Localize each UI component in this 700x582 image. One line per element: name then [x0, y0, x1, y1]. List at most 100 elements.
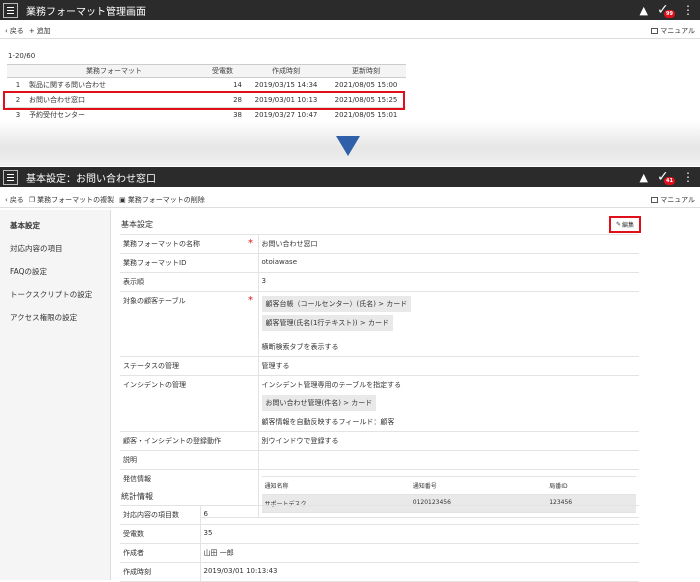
stat-value: 山田 一郎	[199, 543, 639, 563]
sidebar-item-talk-script[interactable]: トークスクリプトの設定	[0, 283, 110, 306]
id-value: otoiawase	[257, 253, 639, 273]
field-row: 業務フォーマットID otoiawase	[120, 253, 639, 273]
col-header-calls: 受電数	[199, 64, 246, 78]
stat-value: 35	[199, 524, 639, 544]
basic-settings-table: 業務フォーマットの名称 * お問い合わせ窓口 業務フォーマットID otoiawa…	[120, 234, 639, 518]
stat-row: 対応内容の項目数 6	[120, 505, 639, 525]
copy-format-button[interactable]: ❐ 業務フォーマットの複製	[29, 195, 114, 205]
caller-col-header: 局番ID	[546, 476, 636, 495]
back-button[interactable]: ‹ 戻る	[5, 26, 24, 36]
incident-label: インシデントの管理	[120, 375, 258, 432]
required-mark: *	[248, 295, 253, 306]
manual-label: マニュアル	[660, 195, 695, 204]
col-header-format: 業務フォーマット	[29, 64, 199, 78]
stat-label: 作成時刻	[120, 562, 200, 582]
stat-row: 作成時刻 2019/03/01 10:13:43	[120, 562, 639, 582]
book-icon	[651, 27, 659, 34]
incident-table-chip: お問い合わせ管理(件名) > カード	[261, 395, 377, 411]
id-label: 業務フォーマットID	[120, 253, 258, 273]
settings-sidebar: 基本設定 対応内容の項目 FAQの設定 トークスクリプトの設定 アクセス権限の設…	[0, 210, 111, 580]
table-value: 顧客台帳（コールセンター）(氏名) > カード 顧客管理(氏名(1行テキスト))…	[257, 291, 639, 357]
sidebar-item-access[interactable]: アクセス権限の設定	[0, 306, 110, 329]
trash-icon: ▣	[119, 195, 126, 204]
sidebar-item-faq[interactable]: FAQの設定	[0, 260, 110, 283]
customer-table-chip: 顧客台帳（コールセンター）(氏名) > カード	[261, 296, 412, 312]
plus-icon: +	[28, 26, 35, 35]
caller-col-header: 通知番号	[409, 476, 547, 495]
col-header-updated: 更新時刻	[326, 64, 406, 78]
copy-label: 業務フォーマットの複製	[37, 195, 115, 204]
field-row: 対象の顧客テーブル * 顧客台帳（コールセンター）(氏名) > カード 顧客管理(…	[120, 291, 639, 357]
edit-button[interactable]: ✎ 編集	[609, 216, 641, 233]
manual-link[interactable]: マニュアル	[651, 195, 695, 205]
caller-col-header: 通知名称	[261, 476, 410, 495]
field-row: 顧客・インシデントの登録動作 別ウインドウで登録する	[120, 431, 639, 451]
field-row: インシデントの管理 インシデント管理専用のテーブルを指定する お問い合わせ管理(…	[120, 375, 639, 432]
stats-table: 対応内容の項目数 6 受電数 35 作成者 山田 一郎 作成時刻 2019/03…	[120, 505, 639, 582]
name-label: 業務フォーマットの名称	[123, 240, 200, 248]
chevron-left-icon: ‹	[5, 195, 8, 204]
add-label: 追加	[36, 26, 51, 35]
order-value: 3	[257, 272, 639, 292]
pencil-icon: ✎	[615, 221, 621, 228]
notification-badge: 41	[664, 177, 675, 185]
cross-search-note: 横断検索タブを表示する	[261, 343, 339, 351]
description-value	[257, 450, 639, 470]
toolbar: ‹ 戻る ❐ 業務フォーマットの複製 ▣ 業務フォーマットの削除 マニュアル	[0, 192, 700, 208]
field-row: ステータスの管理 管理する	[120, 356, 639, 376]
bell-icon[interactable]: ▲	[640, 4, 648, 17]
back-label: 戻る	[9, 195, 24, 204]
copy-icon: ❐	[28, 195, 36, 204]
register-value: 別ウインドウで登録する	[257, 431, 639, 451]
incident-line: 顧客情報を自動反映するフィールド：顧客	[261, 418, 395, 426]
page-title: 基本設定：お問い合わせ窓口	[26, 173, 156, 185]
incident-line: インシデント管理専用のテーブルを指定する	[261, 381, 402, 389]
col-header	[7, 64, 29, 78]
incident-value: インシデント管理専用のテーブルを指定する お問い合わせ管理(件名) > カード …	[257, 375, 639, 432]
field-row: 業務フォーマットの名称 * お問い合わせ窓口	[120, 234, 639, 254]
delete-label: 業務フォーマットの削除	[127, 195, 205, 204]
arrow-down-icon	[336, 136, 360, 156]
task-check-icon[interactable]: ✓ 41	[657, 169, 675, 185]
app-titlebar: 基本設定：お問い合わせ窓口 ▲ ✓ 41 ⋮	[0, 167, 700, 187]
customer-table-chip: 顧客管理(氏名(1行テキスト)) > カード	[261, 315, 393, 331]
page-title: 業務フォーマット管理画面	[26, 6, 146, 18]
sidebar-item-basic[interactable]: 基本設定	[0, 214, 110, 237]
edit-label: 編集	[622, 222, 635, 229]
field-row: 表示順 3	[120, 272, 639, 292]
add-button[interactable]: + 追加	[29, 26, 51, 36]
status-label: ステータスの管理	[120, 356, 258, 376]
notification-badge: 99	[664, 10, 675, 18]
stat-row: 作成者 山田 一郎	[120, 543, 639, 563]
toolbar: ‹ 戻る + 追加 マニュアル	[0, 23, 700, 39]
bell-icon[interactable]: ▲	[640, 171, 648, 184]
delete-format-button[interactable]: ▣ 業務フォーマットの削除	[119, 195, 205, 205]
more-options-icon[interactable]: ⋮	[682, 170, 694, 184]
section-title-stats: 統計情報	[121, 492, 153, 501]
task-check-icon[interactable]: ✓ 99	[657, 2, 675, 18]
stat-value: 2019/03/01 10:13:43	[199, 562, 639, 582]
stat-row: 受電数 35	[120, 524, 639, 544]
hamburger-menu-icon[interactable]	[3, 169, 18, 185]
description-label: 説明	[120, 450, 258, 470]
stat-value: 6	[199, 505, 639, 525]
col-header-created: 作成時刻	[246, 64, 326, 78]
order-label: 表示順	[120, 272, 258, 292]
book-icon	[651, 196, 659, 203]
selected-row-highlight	[3, 91, 405, 110]
hamburger-menu-icon[interactable]	[3, 2, 18, 18]
section-title-basic: 基本設定	[121, 220, 153, 229]
field-row: 説明	[120, 450, 639, 470]
name-value: お問い合わせ窓口	[257, 234, 639, 254]
more-options-icon[interactable]: ⋮	[682, 3, 694, 17]
status-value: 管理する	[257, 356, 639, 376]
field-label: 対象の顧客テーブル *	[120, 291, 258, 357]
app-titlebar: 業務フォーマット管理画面 ▲ ✓ 99 ⋮	[0, 0, 700, 20]
back-label: 戻る	[9, 26, 24, 35]
manual-label: マニュアル	[660, 26, 695, 35]
stat-label: 作成者	[120, 543, 200, 563]
record-count: 1-20/60	[8, 52, 36, 60]
manual-link[interactable]: マニュアル	[651, 26, 695, 36]
back-button[interactable]: ‹ 戻る	[5, 195, 24, 205]
sidebar-item-items[interactable]: 対応内容の項目	[0, 237, 110, 260]
